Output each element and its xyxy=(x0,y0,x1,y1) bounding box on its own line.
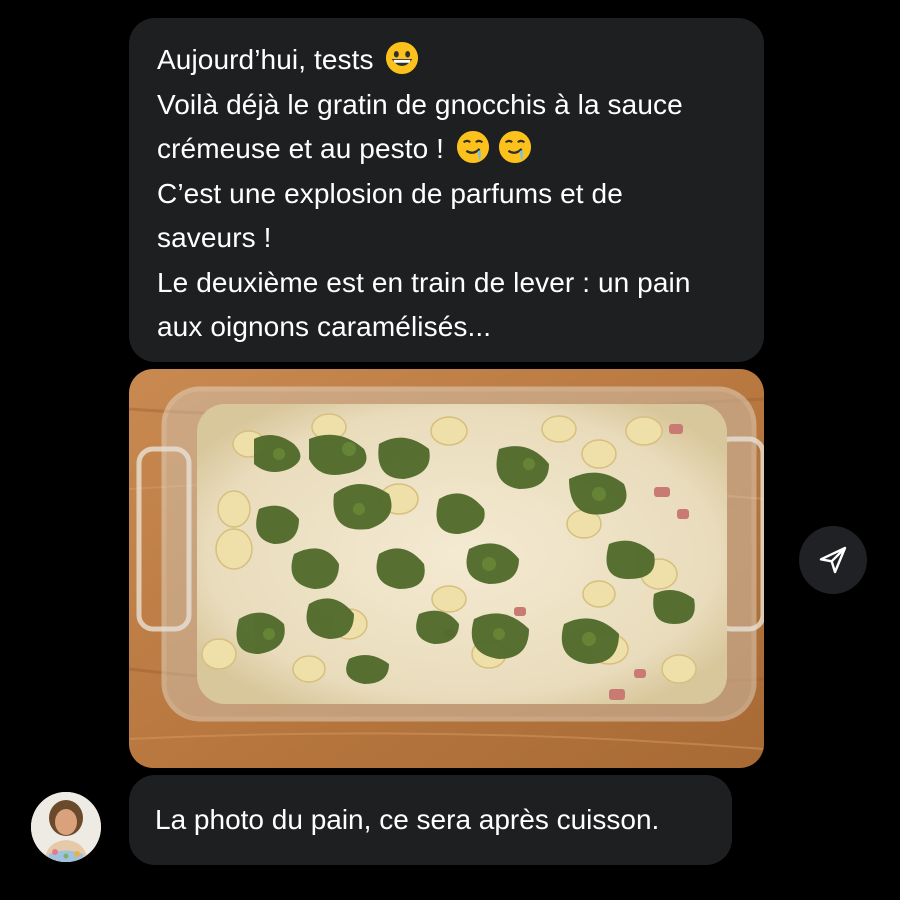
grinning-face-emoji xyxy=(386,41,419,75)
message-line: Le deuxième est en train de lever : un p… xyxy=(157,266,691,298)
message-bubble[interactable]: Aujourd’hui, tests Voilà déjà le gratin … xyxy=(129,18,764,362)
drooling-face-emoji xyxy=(456,130,489,164)
chat-thread: Aujourd’hui, tests Voilà déjà le gratin … xyxy=(0,0,900,900)
message-line: aux oignons caramélisés... xyxy=(157,311,492,342)
drooling-face-emoji xyxy=(498,130,531,164)
message-bubble[interactable]: La photo du pain, ce sera après cuisson. xyxy=(129,775,732,865)
avatar-image xyxy=(31,792,101,862)
send-arrow-icon xyxy=(819,546,847,574)
share-button[interactable] xyxy=(799,526,867,594)
gratin-photo xyxy=(129,369,764,768)
photo-attachment[interactable] xyxy=(129,369,764,768)
message-line: crémeuse et au pesto ! xyxy=(157,133,445,164)
message-line: C’est une explosion de parfums et de xyxy=(157,177,623,209)
message-line: Voilà déjà le gratin de gnocchis à la sa… xyxy=(157,88,683,120)
message-line: Aujourd’hui, tests xyxy=(157,44,374,75)
avatar[interactable] xyxy=(31,792,101,862)
message-text: La photo du pain, ce sera après cuisson. xyxy=(155,804,660,835)
message-line: saveurs ! xyxy=(157,222,272,253)
